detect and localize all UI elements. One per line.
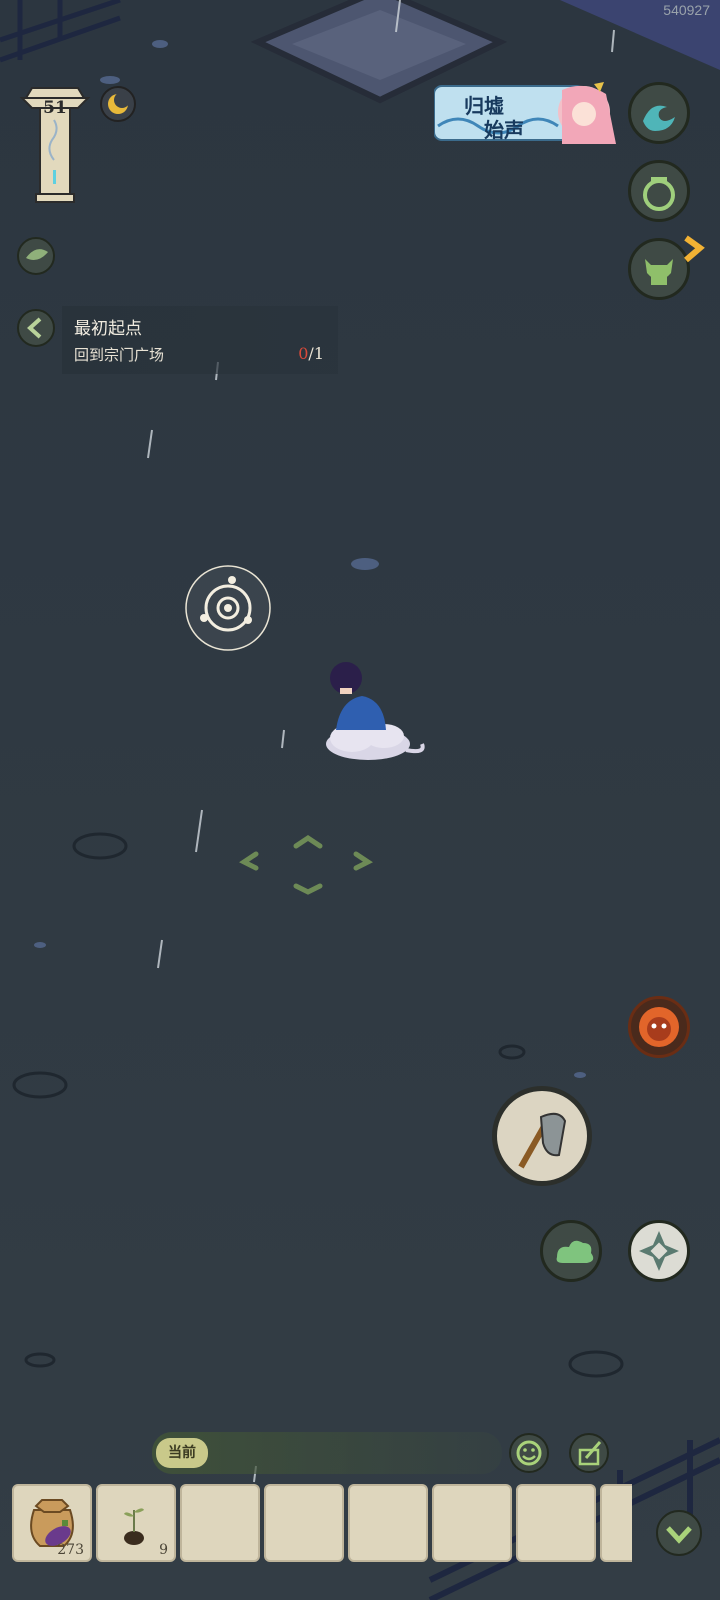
quest-progress: 0/1	[298, 344, 324, 363]
inventory-slot-3[interactable]	[180, 1484, 260, 1562]
inventory-slot-6[interactable]	[432, 1484, 512, 1562]
shuriken-skill-button[interactable]	[628, 1220, 690, 1282]
moon-icon	[100, 86, 136, 122]
inventory-slot-7[interactable]	[516, 1484, 596, 1562]
ox-head-icon	[645, 259, 673, 285]
smiley-icon	[509, 1433, 549, 1473]
inventory-slot-8[interactable]	[600, 1484, 632, 1562]
pot-icon	[643, 177, 675, 211]
quest-description: 回到宗门广场	[74, 346, 165, 364]
chat-channel-tag[interactable]: 当前	[156, 1438, 208, 1468]
quest-progress-current: 0	[298, 344, 309, 363]
slot-count: 273	[57, 1542, 84, 1558]
axe-icon	[518, 1112, 567, 1169]
arrow-right-icon[interactable]	[680, 232, 714, 266]
inventory-slot-2[interactable]: 9	[96, 1484, 176, 1562]
movement-indicator	[239, 834, 373, 895]
moon-phase-button[interactable]	[98, 84, 138, 124]
cloud-icon	[556, 1240, 594, 1263]
pencil-icon	[569, 1433, 609, 1473]
emoji-button[interactable]	[508, 1432, 550, 1474]
leaf-icon	[17, 237, 55, 275]
inventory-slot-4[interactable]	[264, 1484, 344, 1562]
game-world[interactable]	[0, 0, 720, 1600]
inventory-slot-5[interactable]	[348, 1484, 428, 1562]
fire-beast-icon	[639, 1007, 679, 1047]
expand-inventory-button[interactable]	[654, 1508, 704, 1558]
quest-tracker[interactable]: 最初起点 回到宗门广场 0/1	[62, 306, 338, 374]
chevron-left-icon	[17, 309, 55, 347]
quest-title: 最初起点	[74, 319, 142, 339]
boss-button[interactable]	[628, 996, 690, 1058]
user-id-label: 540927	[663, 2, 710, 18]
target-reticle-icon[interactable]	[182, 562, 274, 654]
slot-count: 9	[159, 1542, 168, 1558]
inventory-bar: 273 9	[12, 1484, 632, 1564]
bag-button[interactable]	[628, 160, 690, 222]
banner-background	[433, 82, 616, 144]
action-axe-button[interactable]	[492, 1086, 592, 1186]
shuriken-icon	[639, 1231, 679, 1271]
leaf-toggle-button[interactable]	[16, 236, 56, 276]
chevron-down-icon	[656, 1510, 702, 1556]
level-pillar[interactable]: 51	[18, 80, 92, 206]
wave-skill-button[interactable]	[628, 82, 690, 144]
banner-title-line2: 始声	[484, 118, 524, 142]
quest-progress-total: /1	[308, 344, 324, 363]
inventory-slot-1[interactable]: 273	[12, 1484, 92, 1562]
event-banner[interactable]: 归墟 始声	[433, 82, 626, 144]
quest-collapse-button[interactable]	[16, 308, 56, 348]
player-level: 51	[43, 98, 67, 118]
cloud-skill-button[interactable]	[540, 1220, 602, 1282]
wave-icon	[643, 105, 675, 131]
player-character[interactable]	[310, 660, 440, 780]
compose-button[interactable]	[568, 1432, 610, 1474]
